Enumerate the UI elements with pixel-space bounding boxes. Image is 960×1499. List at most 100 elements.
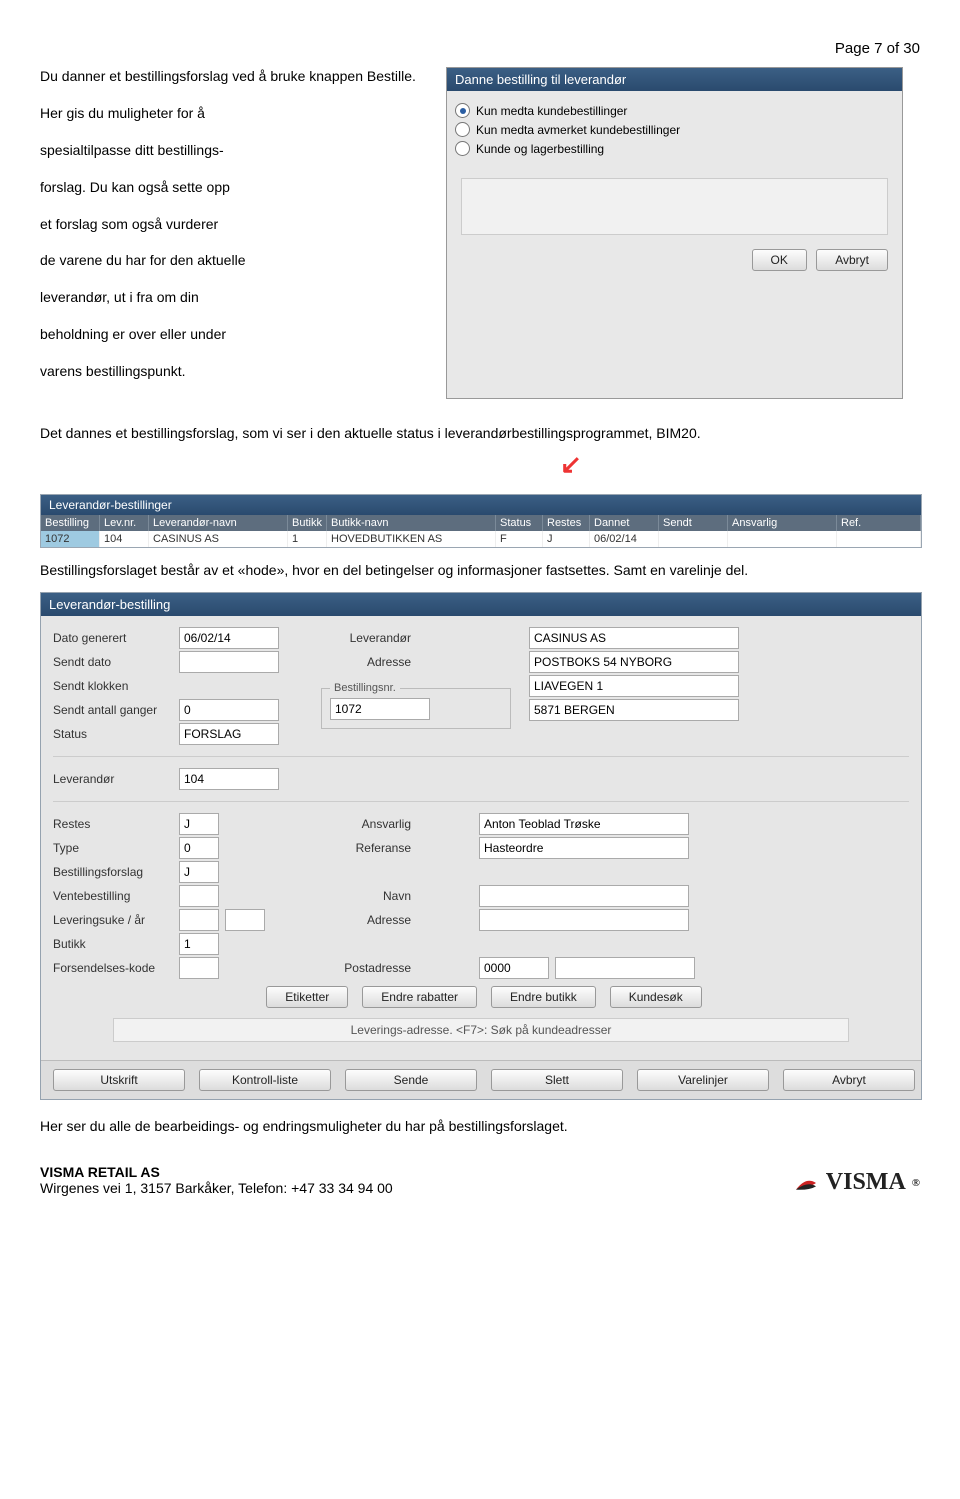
input-levuke2[interactable] xyxy=(225,909,265,931)
intro-p2: Her gis du muligheter for å xyxy=(40,104,430,123)
input-navn[interactable] xyxy=(479,885,689,907)
radio-label-3: Kunde og lagerbestilling xyxy=(476,142,604,156)
avbryt-button[interactable]: Avbryt xyxy=(783,1069,915,1091)
radio-option-3[interactable]: Kunde og lagerbestilling xyxy=(455,139,894,158)
cell-status: F xyxy=(496,531,543,547)
cell-levnavn: CASINUS AS xyxy=(149,531,288,547)
col-ref[interactable]: Ref. xyxy=(837,515,921,531)
input-levuke1[interactable] xyxy=(179,909,219,931)
logo-swirl-icon xyxy=(792,1173,820,1193)
lbl-ansvarlig: Ansvarlig xyxy=(321,817,417,831)
input-restes[interactable] xyxy=(179,813,219,835)
input-postnr[interactable] xyxy=(479,957,549,979)
lbl-type: Type xyxy=(53,841,173,855)
etiketter-button[interactable]: Etiketter xyxy=(266,986,348,1008)
cell-butikk: 1 xyxy=(288,531,327,547)
cell-dannet: 06/02/14 xyxy=(590,531,659,547)
col-levnr[interactable]: Lev.nr. xyxy=(100,515,149,531)
endre-butikk-button[interactable]: Endre butikk xyxy=(491,986,596,1008)
lbl-levuke: Leveringsuke / år xyxy=(53,913,173,927)
lbl-referanse: Referanse xyxy=(321,841,417,855)
footer-text: VISMA RETAIL AS Wirgenes vei 1, 3157 Bar… xyxy=(40,1164,393,1196)
lbl-adresse2: Adresse xyxy=(321,913,417,927)
form-title: Leverandør-bestilling xyxy=(41,593,921,616)
lbl-datogen: Dato generert xyxy=(53,631,173,645)
cell-bestilling: 1072 xyxy=(41,531,100,547)
input-lev2[interactable] xyxy=(179,768,279,790)
utskrift-button[interactable]: Utskrift xyxy=(53,1069,185,1091)
input-ansvarlig[interactable] xyxy=(479,813,689,835)
input-bestnr[interactable] xyxy=(330,698,430,720)
logo-text: VISMA xyxy=(826,1169,906,1196)
input-adresse2[interactable] xyxy=(479,909,689,931)
cancel-button[interactable]: Avbryt xyxy=(816,249,888,271)
intro-p8: beholdning er over eller under xyxy=(40,325,430,344)
cell-butnavn: HOVEDBUTIKKEN AS xyxy=(327,531,496,547)
input-poststed[interactable] xyxy=(555,957,695,979)
lbl-sendtkl: Sendt klokken xyxy=(53,679,173,693)
intro-p5: et forslag som også vurderer xyxy=(40,215,430,234)
radio-icon xyxy=(455,122,470,137)
intro-text: Du danner et bestillingsforslag ved å br… xyxy=(40,67,430,399)
cell-sendt xyxy=(659,531,728,547)
radio-label-1: Kun medta kundebestillinger xyxy=(476,104,627,118)
col-dannet[interactable]: Dannet xyxy=(590,515,659,531)
intro-p7: leverandør, ut i fra om din xyxy=(40,288,430,307)
input-sendtant[interactable] xyxy=(179,699,279,721)
radio-option-1[interactable]: Kun medta kundebestillinger xyxy=(455,101,894,120)
input-forsend[interactable] xyxy=(179,957,219,979)
col-levnavn[interactable]: Leverandør-navn xyxy=(149,515,288,531)
lbl-sendtdato: Sendt dato xyxy=(53,655,173,669)
delivery-hint: Leverings-adresse. <F7>: Søk på kundeadr… xyxy=(113,1018,849,1042)
ok-button[interactable]: OK xyxy=(752,249,807,271)
list-title: Leverandør-bestillinger xyxy=(41,495,921,515)
col-status[interactable]: Status xyxy=(496,515,543,531)
input-levnavn[interactable] xyxy=(529,627,739,649)
col-butikk[interactable]: Butikk xyxy=(288,515,327,531)
lbl-postadr: Postadresse xyxy=(321,961,417,975)
lbl-navn: Navn xyxy=(321,889,417,903)
input-adr2[interactable] xyxy=(529,675,739,697)
input-referanse[interactable] xyxy=(479,837,689,859)
input-bestfor[interactable] xyxy=(179,861,219,883)
cell-ansvarlig xyxy=(728,531,837,547)
lbl-sendtant: Sendt antall ganger xyxy=(53,703,173,717)
kontroll-liste-button[interactable]: Kontroll-liste xyxy=(199,1069,331,1091)
input-ventebest[interactable] xyxy=(179,885,219,907)
lbl-bestfor: Bestillingsforslag xyxy=(53,865,173,879)
col-bestilling[interactable]: Bestilling xyxy=(41,515,100,531)
input-status[interactable] xyxy=(179,723,279,745)
col-ansvarlig[interactable]: Ansvarlig xyxy=(728,515,837,531)
col-butikknavn[interactable]: Butikk-navn xyxy=(327,515,496,531)
registered-icon: ® xyxy=(912,1177,920,1189)
cell-ref xyxy=(837,531,921,547)
lbl-status: Status xyxy=(53,727,173,741)
lbl-bestnr: Bestillingsnr. xyxy=(330,682,400,694)
col-sendt[interactable]: Sendt xyxy=(659,515,728,531)
input-adr3[interactable] xyxy=(529,699,739,721)
radio-icon xyxy=(455,141,470,156)
input-sendtdato[interactable] xyxy=(179,651,279,673)
visma-logo: VISMA ® xyxy=(792,1169,920,1196)
sende-button[interactable]: Sende xyxy=(345,1069,477,1091)
lbl-forsend: Forsendelses-kode xyxy=(53,961,173,975)
input-datogen[interactable] xyxy=(179,627,279,649)
company-address: Wirgenes vei 1, 3157 Barkåker, Telefon: … xyxy=(40,1180,393,1196)
kundesok-button[interactable]: Kundesøk xyxy=(610,986,702,1008)
intro-p6: de varene du har for den aktuelle xyxy=(40,251,430,270)
varelinjer-button[interactable]: Varelinjer xyxy=(637,1069,769,1091)
input-butikk[interactable] xyxy=(179,933,219,955)
table-row[interactable]: 1072 104 CASINUS AS 1 HOVEDBUTIKKEN AS F… xyxy=(41,531,921,547)
radio-selected-icon xyxy=(455,103,470,118)
lbl-ventebest: Ventebestilling xyxy=(53,889,173,903)
slett-button[interactable]: Slett xyxy=(491,1069,623,1091)
intro-p4: forslag. Du kan også sette opp xyxy=(40,178,430,197)
radio-option-2[interactable]: Kun medta avmerket kundebestillinger xyxy=(455,120,894,139)
input-type[interactable] xyxy=(179,837,219,859)
dialog-title: Danne bestilling til leverandør xyxy=(447,68,902,91)
endre-rabatter-button[interactable]: Endre rabatter xyxy=(362,986,477,1008)
col-restes[interactable]: Restes xyxy=(543,515,590,531)
page-counter: Page 7 of 30 xyxy=(40,40,920,57)
list-header-row: Bestilling Lev.nr. Leverandør-navn Butik… xyxy=(41,515,921,531)
input-adr1[interactable] xyxy=(529,651,739,673)
